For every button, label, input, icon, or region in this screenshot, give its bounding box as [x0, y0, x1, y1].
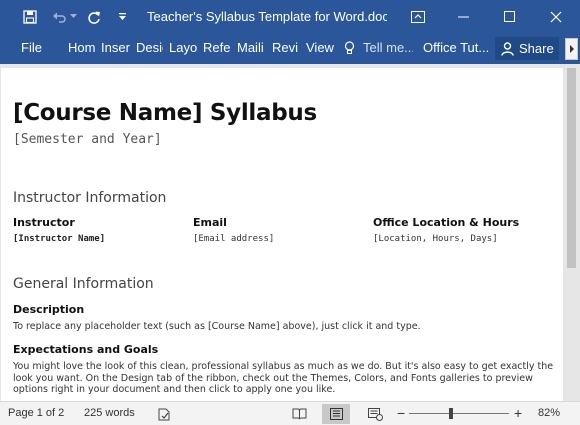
- email-label: Email: [193, 216, 227, 229]
- title-bar: Teacher's Syllabus Template for Word.doc…: [0, 0, 580, 33]
- ribbon-tabs: File Hom Inser Desig Layo Refer Maili Re…: [0, 33, 580, 64]
- tab-view[interactable]: View: [306, 33, 336, 64]
- expectations-label: Expectations and Goals: [13, 343, 159, 356]
- save-icon[interactable]: [19, 0, 41, 33]
- tell-me-search[interactable]: Tell me...: [363, 33, 413, 64]
- redo-icon[interactable]: [84, 0, 104, 33]
- semester-year[interactable]: [Semester and Year]: [13, 132, 162, 147]
- person-icon: [501, 41, 514, 56]
- maximize-icon[interactable]: [487, 0, 533, 33]
- tab-design[interactable]: Desig: [136, 33, 163, 64]
- vertical-scrollbar[interactable]: [563, 64, 580, 401]
- page-count[interactable]: Page 1 of 2: [8, 407, 64, 419]
- lightbulb-icon[interactable]: [344, 33, 358, 64]
- close-icon[interactable]: [533, 0, 579, 33]
- word-count[interactable]: 225 words: [84, 407, 135, 419]
- document-area: [Course Name] Syllabus [Semester and Yea…: [0, 64, 580, 401]
- share-label: Share: [519, 41, 554, 56]
- description-label: Description: [13, 303, 85, 316]
- tab-mailings[interactable]: Maili: [237, 33, 266, 64]
- zoom-slider[interactable]: [409, 413, 509, 414]
- tab-layout[interactable]: Layo: [169, 33, 197, 64]
- tab-home[interactable]: Hom: [68, 33, 95, 64]
- tab-file[interactable]: File: [21, 33, 51, 64]
- ribbon-expand-icon[interactable]: [565, 38, 578, 60]
- print-layout-icon[interactable]: [322, 404, 350, 424]
- zoom-in-button[interactable]: +: [514, 405, 522, 421]
- general-section-heading: General Information: [13, 276, 154, 292]
- tab-insert[interactable]: Inser: [101, 33, 130, 64]
- instructor-value[interactable]: [Instructor Name]: [13, 234, 105, 244]
- undo-icon[interactable]: [50, 0, 68, 33]
- email-value[interactable]: [Email address]: [193, 234, 274, 244]
- instructor-section-heading: Instructor Information: [13, 190, 167, 206]
- expectations-text[interactable]: You might love the look of this clean, p…: [13, 361, 555, 396]
- minimize-icon[interactable]: [441, 0, 487, 33]
- customize-qat-icon[interactable]: [115, 0, 129, 33]
- tab-review[interactable]: Revi: [272, 33, 300, 64]
- zoom-out-button[interactable]: −: [397, 405, 405, 421]
- ribbon-display-icon[interactable]: [395, 0, 441, 33]
- web-layout-icon[interactable]: [366, 406, 384, 422]
- zoom-slider-thumb[interactable]: [449, 408, 453, 419]
- office-label: Office Location & Hours: [373, 216, 520, 229]
- status-bar: Page 1 of 2 225 words − + 82%: [0, 401, 580, 425]
- scrollbar-thumb[interactable]: [567, 68, 576, 268]
- course-title[interactable]: [Course Name] Syllabus: [13, 100, 317, 126]
- tab-references[interactable]: Refer: [203, 33, 231, 64]
- proofing-icon[interactable]: [155, 406, 173, 422]
- instructor-label: Instructor: [13, 216, 75, 229]
- read-mode-icon[interactable]: [290, 406, 308, 422]
- zoom-level[interactable]: 82%: [538, 407, 560, 419]
- office-value[interactable]: [Location, Hours, Days]: [373, 234, 498, 244]
- document-title: Teacher's Syllabus Template for Word.doc…: [147, 9, 387, 24]
- document-page[interactable]: [Course Name] Syllabus [Semester and Yea…: [1, 68, 563, 401]
- description-text[interactable]: To replace any placeholder text (such as…: [13, 321, 555, 333]
- share-button[interactable]: Share: [495, 37, 559, 60]
- undo-dropdown-icon[interactable]: [68, 0, 78, 33]
- tab-office-tutorials[interactable]: Office Tut...: [423, 33, 489, 64]
